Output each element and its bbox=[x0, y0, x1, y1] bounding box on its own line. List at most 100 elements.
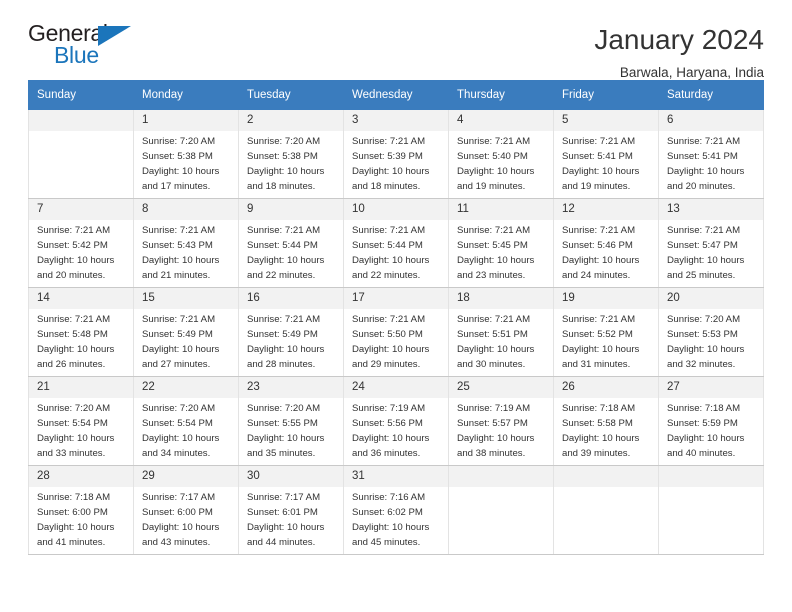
day-details: Sunrise: 7:17 AM Sunset: 6:01 PM Dayligh… bbox=[239, 487, 343, 550]
day-number: 10 bbox=[344, 199, 448, 220]
calendar-week-row: 21 Sunrise: 7:20 AM Sunset: 5:54 PM Dayl… bbox=[28, 376, 764, 466]
sunrise-text: Sunrise: 7:21 AM bbox=[37, 314, 111, 325]
day-number: 3 bbox=[344, 110, 448, 131]
day-number: 23 bbox=[239, 377, 343, 398]
day-cell[interactable]: 15 Sunrise: 7:21 AM Sunset: 5:49 PM Dayl… bbox=[133, 287, 239, 377]
sunrise-text: Sunrise: 7:21 AM bbox=[457, 136, 531, 147]
daylight-text: Daylight: 10 hours and 19 minutes. bbox=[562, 165, 640, 192]
sunrise-text: Sunrise: 7:21 AM bbox=[562, 136, 636, 147]
sunset-text: Sunset: 5:44 PM bbox=[247, 239, 318, 251]
day-cell[interactable]: 24 Sunrise: 7:19 AM Sunset: 5:56 PM Dayl… bbox=[343, 376, 449, 466]
day-number: 27 bbox=[659, 377, 763, 398]
daylight-text: Daylight: 10 hours and 38 minutes. bbox=[457, 432, 535, 459]
sunrise-text: Sunrise: 7:16 AM bbox=[352, 492, 426, 503]
sunrise-text: Sunrise: 7:20 AM bbox=[667, 314, 741, 325]
sunset-text: Sunset: 5:44 PM bbox=[352, 239, 423, 251]
calendar-header-row: Sunday Monday Tuesday Wednesday Thursday… bbox=[28, 80, 764, 110]
daylight-text: Daylight: 10 hours and 22 minutes. bbox=[352, 254, 430, 281]
day-number: 31 bbox=[344, 466, 448, 487]
day-cell[interactable]: 1 Sunrise: 7:20 AM Sunset: 5:38 PM Dayli… bbox=[133, 109, 239, 199]
day-cell[interactable]: 25 Sunrise: 7:19 AM Sunset: 5:57 PM Dayl… bbox=[448, 376, 554, 466]
sunset-text: Sunset: 5:50 PM bbox=[352, 328, 423, 340]
day-cell[interactable]: 21 Sunrise: 7:20 AM Sunset: 5:54 PM Dayl… bbox=[28, 376, 134, 466]
sunset-text: Sunset: 5:48 PM bbox=[37, 328, 108, 340]
daylight-text: Daylight: 10 hours and 33 minutes. bbox=[37, 432, 115, 459]
day-number: 15 bbox=[134, 288, 238, 309]
daylight-text: Daylight: 10 hours and 40 minutes. bbox=[667, 432, 745, 459]
sunset-text: Sunset: 5:41 PM bbox=[667, 150, 738, 162]
day-details: Sunrise: 7:21 AM Sunset: 5:49 PM Dayligh… bbox=[239, 309, 343, 372]
sunset-text: Sunset: 5:40 PM bbox=[457, 150, 528, 162]
day-cell[interactable]: 9 Sunrise: 7:21 AM Sunset: 5:44 PM Dayli… bbox=[238, 198, 344, 288]
day-number: 2 bbox=[239, 110, 343, 131]
day-cell[interactable]: 3 Sunrise: 7:21 AM Sunset: 5:39 PM Dayli… bbox=[343, 109, 449, 199]
sunrise-text: Sunrise: 7:21 AM bbox=[667, 136, 741, 147]
day-cell[interactable]: 27 Sunrise: 7:18 AM Sunset: 5:59 PM Dayl… bbox=[658, 376, 764, 466]
sunset-text: Sunset: 6:02 PM bbox=[352, 506, 423, 518]
day-cell[interactable]: 8 Sunrise: 7:21 AM Sunset: 5:43 PM Dayli… bbox=[133, 198, 239, 288]
day-cell[interactable]: 23 Sunrise: 7:20 AM Sunset: 5:55 PM Dayl… bbox=[238, 376, 344, 466]
day-cell[interactable]: 12 Sunrise: 7:21 AM Sunset: 5:46 PM Dayl… bbox=[553, 198, 659, 288]
sunrise-text: Sunrise: 7:21 AM bbox=[562, 314, 636, 325]
day-cell[interactable]: 22 Sunrise: 7:20 AM Sunset: 5:54 PM Dayl… bbox=[133, 376, 239, 466]
day-number: 6 bbox=[659, 110, 763, 131]
day-cell[interactable]: 31 Sunrise: 7:16 AM Sunset: 6:02 PM Dayl… bbox=[343, 465, 449, 555]
sunset-text: Sunset: 5:54 PM bbox=[142, 417, 213, 429]
sunset-text: Sunset: 5:51 PM bbox=[457, 328, 528, 340]
day-cell[interactable]: 2 Sunrise: 7:20 AM Sunset: 5:38 PM Dayli… bbox=[238, 109, 344, 199]
day-number: 1 bbox=[134, 110, 238, 131]
logo-text-blue: Blue bbox=[54, 42, 99, 68]
day-number: 8 bbox=[134, 199, 238, 220]
day-details: Sunrise: 7:21 AM Sunset: 5:44 PM Dayligh… bbox=[239, 220, 343, 283]
day-cell[interactable]: 18 Sunrise: 7:21 AM Sunset: 5:51 PM Dayl… bbox=[448, 287, 554, 377]
day-cell[interactable]: 6 Sunrise: 7:21 AM Sunset: 5:41 PM Dayli… bbox=[658, 109, 764, 199]
general-blue-logo[interactable]: General Blue bbox=[28, 22, 158, 74]
day-cell[interactable]: 5 Sunrise: 7:21 AM Sunset: 5:41 PM Dayli… bbox=[553, 109, 659, 199]
weekday-header-wednesday: Wednesday bbox=[343, 80, 449, 110]
sunrise-text: Sunrise: 7:21 AM bbox=[142, 225, 216, 236]
day-number bbox=[449, 466, 553, 487]
day-cell[interactable]: 10 Sunrise: 7:21 AM Sunset: 5:44 PM Dayl… bbox=[343, 198, 449, 288]
sunset-text: Sunset: 5:49 PM bbox=[142, 328, 213, 340]
sunrise-text: Sunrise: 7:21 AM bbox=[37, 225, 111, 236]
day-cell[interactable]: 20 Sunrise: 7:20 AM Sunset: 5:53 PM Dayl… bbox=[658, 287, 764, 377]
calendar-page: General Blue January 2024 Barwala, Harya… bbox=[0, 0, 792, 612]
day-cell[interactable]: 30 Sunrise: 7:17 AM Sunset: 6:01 PM Dayl… bbox=[238, 465, 344, 555]
sunrise-text: Sunrise: 7:20 AM bbox=[142, 403, 216, 414]
sunrise-text: Sunrise: 7:21 AM bbox=[142, 314, 216, 325]
sunrise-text: Sunrise: 7:21 AM bbox=[247, 225, 321, 236]
day-number: 22 bbox=[134, 377, 238, 398]
day-cell[interactable]: 19 Sunrise: 7:21 AM Sunset: 5:52 PM Dayl… bbox=[553, 287, 659, 377]
day-cell[interactable]: 29 Sunrise: 7:17 AM Sunset: 6:00 PM Dayl… bbox=[133, 465, 239, 555]
day-cell[interactable]: 7 Sunrise: 7:21 AM Sunset: 5:42 PM Dayli… bbox=[28, 198, 134, 288]
sunset-text: Sunset: 5:56 PM bbox=[352, 417, 423, 429]
sunrise-text: Sunrise: 7:21 AM bbox=[562, 225, 636, 236]
day-number: 9 bbox=[239, 199, 343, 220]
day-cell[interactable]: 14 Sunrise: 7:21 AM Sunset: 5:48 PM Dayl… bbox=[28, 287, 134, 377]
weekday-header-monday: Monday bbox=[133, 80, 239, 110]
day-cell[interactable]: 26 Sunrise: 7:18 AM Sunset: 5:58 PM Dayl… bbox=[553, 376, 659, 466]
daylight-text: Daylight: 10 hours and 30 minutes. bbox=[457, 343, 535, 370]
day-cell[interactable]: 17 Sunrise: 7:21 AM Sunset: 5:50 PM Dayl… bbox=[343, 287, 449, 377]
sunrise-text: Sunrise: 7:18 AM bbox=[667, 403, 741, 414]
daylight-text: Daylight: 10 hours and 28 minutes. bbox=[247, 343, 325, 370]
sunrise-text: Sunrise: 7:21 AM bbox=[352, 225, 426, 236]
daylight-text: Daylight: 10 hours and 25 minutes. bbox=[667, 254, 745, 281]
calendar-body: 1 Sunrise: 7:20 AM Sunset: 5:38 PM Dayli… bbox=[28, 109, 764, 555]
day-cell[interactable]: 4 Sunrise: 7:21 AM Sunset: 5:40 PM Dayli… bbox=[448, 109, 554, 199]
day-details: Sunrise: 7:21 AM Sunset: 5:51 PM Dayligh… bbox=[449, 309, 553, 372]
sunset-text: Sunset: 6:01 PM bbox=[247, 506, 318, 518]
day-number: 21 bbox=[29, 377, 133, 398]
day-details: Sunrise: 7:21 AM Sunset: 5:41 PM Dayligh… bbox=[659, 131, 763, 194]
day-cell[interactable]: 11 Sunrise: 7:21 AM Sunset: 5:45 PM Dayl… bbox=[448, 198, 554, 288]
day-number: 25 bbox=[449, 377, 553, 398]
day-cell[interactable]: 16 Sunrise: 7:21 AM Sunset: 5:49 PM Dayl… bbox=[238, 287, 344, 377]
day-cell[interactable]: 13 Sunrise: 7:21 AM Sunset: 5:47 PM Dayl… bbox=[658, 198, 764, 288]
daylight-text: Daylight: 10 hours and 18 minutes. bbox=[352, 165, 430, 192]
day-cell[interactable]: 28 Sunrise: 7:18 AM Sunset: 6:00 PM Dayl… bbox=[28, 465, 134, 555]
day-number: 14 bbox=[29, 288, 133, 309]
day-details: Sunrise: 7:21 AM Sunset: 5:41 PM Dayligh… bbox=[554, 131, 658, 194]
daylight-text: Daylight: 10 hours and 41 minutes. bbox=[37, 521, 115, 548]
daylight-text: Daylight: 10 hours and 45 minutes. bbox=[352, 521, 430, 548]
day-details: Sunrise: 7:20 AM Sunset: 5:53 PM Dayligh… bbox=[659, 309, 763, 372]
